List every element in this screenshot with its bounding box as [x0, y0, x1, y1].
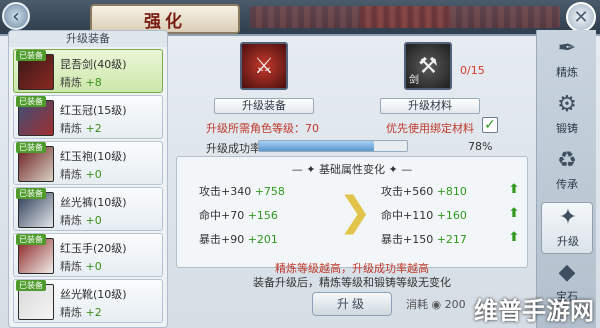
material-glyph: 剑 [409, 75, 419, 86]
attr-after-attack: 攻击+560 +810 [381, 185, 467, 198]
success-rate-label: 升级成功率 [206, 142, 261, 155]
back-icon: ‹ [12, 5, 20, 27]
up-arrow-icon: ⬆ [508, 230, 520, 245]
upgrade-cost: 消耗 ◉ 200 [406, 298, 466, 311]
inherit-icon: ♻ [557, 148, 577, 173]
top-ornament-right [360, 6, 560, 28]
up-arrow-icon: ⬆ [508, 206, 520, 221]
required-level: 升级所需角色等级：70 [206, 122, 319, 135]
equipment-item-red-jade-crown[interactable]: 已装备 红玉冠(15级) 精炼 +2 [13, 95, 163, 139]
item-name: 红玉冠(15级) [60, 104, 127, 117]
equipped-badge: 已装备 [16, 234, 46, 245]
attr-before-hit: 命中+70 +156 [199, 209, 278, 222]
watermark: 维普手游网 [474, 297, 594, 325]
attr-before-crit: 暴击+90 +201 [199, 233, 278, 246]
item-refine: 精炼 +0 [60, 260, 102, 273]
arrow-right-icon: ❯ [338, 189, 372, 235]
checkmark-icon: ✓ [484, 117, 496, 133]
tab-label: 传承 [556, 178, 578, 191]
refine-icon: ✒ [557, 36, 577, 61]
right-tab-bar: ✒ 精炼 ⚙ 锻铸 ♻ 传承 ✦ 升级 ◆ 宝石 [536, 30, 596, 328]
material-count: 0/15 [460, 64, 485, 77]
upgrade-note: 装备升级后，精炼等级和锻铸等级无变化 [253, 276, 451, 289]
success-rate-bar [258, 140, 408, 152]
item-name: 丝光靴(10级) [60, 288, 127, 301]
tab-label: 升级 [557, 235, 579, 248]
item-refine: 精炼 +2 [60, 122, 102, 135]
equipment-item-silk-pants[interactable]: 已装备 丝光裤(10级) 精炼 +0 [13, 187, 163, 231]
upgrade-panel: ⚔ ⚒ 剑 0/15 升级装备 升级材料 升级所需角色等级：70 优先使用绑定材… [172, 38, 532, 328]
upgrade-icon: ✦ [558, 205, 578, 230]
equipment-item-red-jade-robe[interactable]: 已装备 红玉袍(10级) 精炼 +0 [13, 141, 163, 185]
material-slot-label: 升级材料 [380, 98, 480, 114]
upgrade-equipment-slot[interactable]: ⚔ [240, 42, 288, 90]
equipment-item-silk-boots[interactable]: 已装备 丝光靴(10级) 精炼 +2 [13, 279, 163, 323]
forge-icon: ⚙ [557, 92, 577, 117]
bind-material-checkbox[interactable]: ✓ [482, 117, 498, 133]
equipped-badge: 已装备 [16, 50, 46, 61]
back-button[interactable]: ‹ [2, 2, 30, 30]
tab-label: 精炼 [556, 66, 578, 79]
item-name: 丝光裤(10级) [60, 196, 127, 209]
attr-after-crit: 暴击+150 +217 [381, 233, 467, 246]
bind-material-label: 优先使用绑定材料 [386, 122, 474, 135]
success-rate-value: 78% [468, 140, 493, 153]
equipped-badge: 已装备 [16, 142, 46, 153]
coin-icon: ◉ [431, 298, 442, 311]
upgrade-material-slot[interactable]: ⚒ 剑 [404, 42, 452, 90]
item-refine: 精炼 +8 [60, 76, 102, 89]
attribute-change-title: — ✦ 基础属性变化 ✦ — [291, 163, 413, 176]
item-name: 红玉袍(10级) [60, 150, 127, 163]
gem-icon: ◆ [558, 260, 576, 285]
item-refine: 精炼 +0 [60, 168, 102, 181]
tab-forge[interactable]: ⚙ 锻铸 [541, 90, 593, 142]
equipped-badge: 已装备 [16, 280, 46, 291]
up-arrow-icon: ⬆ [508, 182, 520, 197]
attr-before-attack: 攻击+340 +758 [199, 185, 285, 198]
equipment-item-red-jade-gloves[interactable]: 已装备 红玉手(20级) 精炼 +0 [13, 233, 163, 277]
tab-inherit[interactable]: ♻ 传承 [541, 146, 593, 198]
equipped-badge: 已装备 [16, 188, 46, 199]
tab-refine[interactable]: ✒ 精炼 [541, 34, 593, 86]
upgrade-button[interactable]: 升级 [312, 292, 392, 316]
tab-label: 锻铸 [556, 122, 578, 135]
success-rate-fill [259, 141, 375, 151]
equipment-item-kunwu-sword[interactable]: 已装备 昆吾剑(40级) 精炼 +8 [13, 49, 163, 93]
equipment-list-panel: 升级装备 已装备 昆吾剑(40级) 精炼 +8 已装备 红玉冠(15级) 精炼 … [8, 30, 168, 328]
item-name: 昆吾剑(40级) [60, 58, 127, 71]
game-window: ‹ 强化 ✕ 升级装备 已装备 昆吾剑(40级) 精炼 +8 已装备 红玉冠(1… [0, 0, 600, 328]
attr-after-hit: 命中+110 +160 [381, 209, 467, 222]
item-refine: 精炼 +2 [60, 306, 102, 319]
equipment-list-header: 升级装备 [9, 31, 167, 47]
spear-icon: ⚔ [254, 53, 274, 79]
close-icon: ✕ [573, 6, 589, 28]
equipment-slot-label: 升级装备 [214, 98, 314, 114]
item-name: 红玉手(20级) [60, 242, 127, 255]
close-button[interactable]: ✕ [566, 2, 596, 32]
equipped-badge: 已装备 [16, 96, 46, 107]
item-refine: 精炼 +0 [60, 214, 102, 227]
tab-upgrade[interactable]: ✦ 升级 [541, 202, 593, 254]
attribute-change-box: — ✦ 基础属性变化 ✦ — 攻击+340 +758 命中+70 +156 暴击… [176, 156, 528, 268]
